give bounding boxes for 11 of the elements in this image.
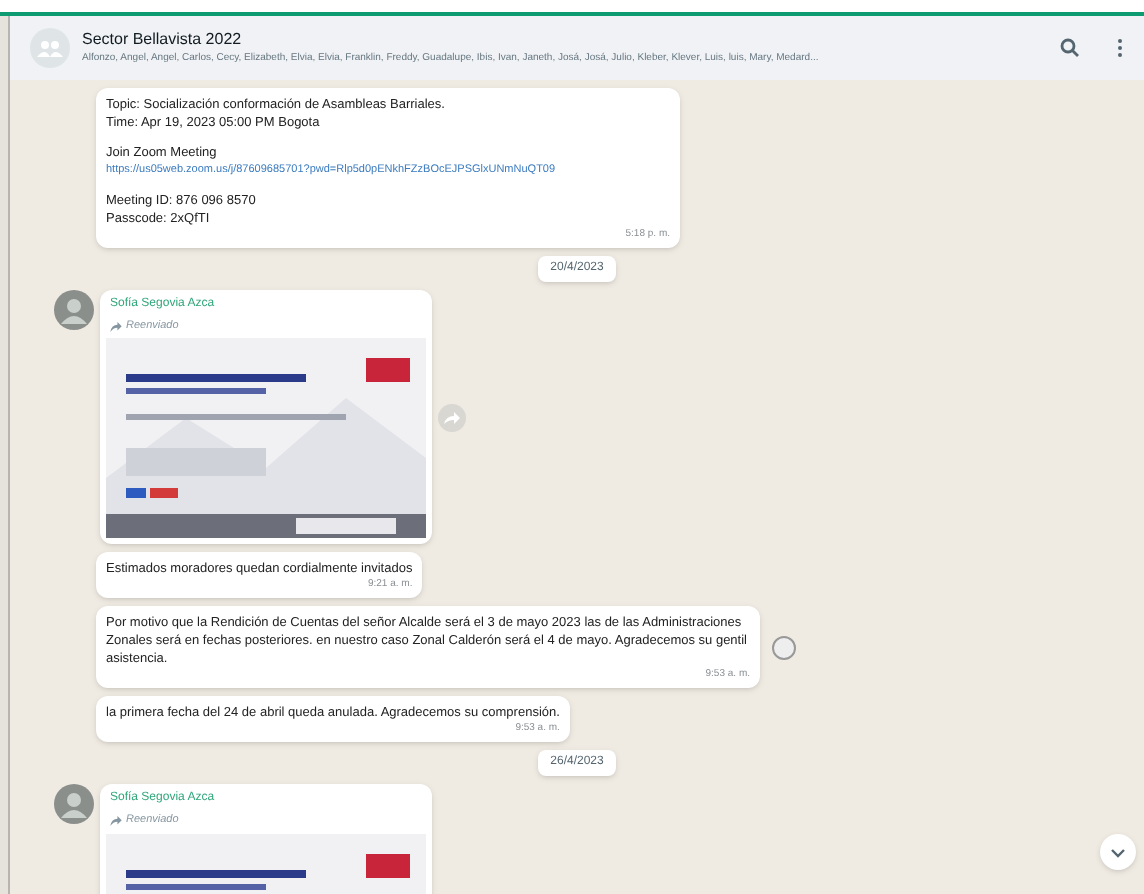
avatar-icon [54,784,94,825]
group-title: Sector Bellavista 2022 [82,28,244,52]
forwarded-icon [110,321,122,332]
chevron-down-icon [1110,847,1126,857]
forward-icon [444,409,460,426]
scroll-down-button[interactable] [1100,834,1136,870]
avatar-icon [54,290,94,330]
search-icon[interactable] [1060,38,1080,58]
menu-icon[interactable] [1116,38,1124,58]
group-avatar-icon [30,28,70,68]
forwarded-icon [110,815,122,826]
